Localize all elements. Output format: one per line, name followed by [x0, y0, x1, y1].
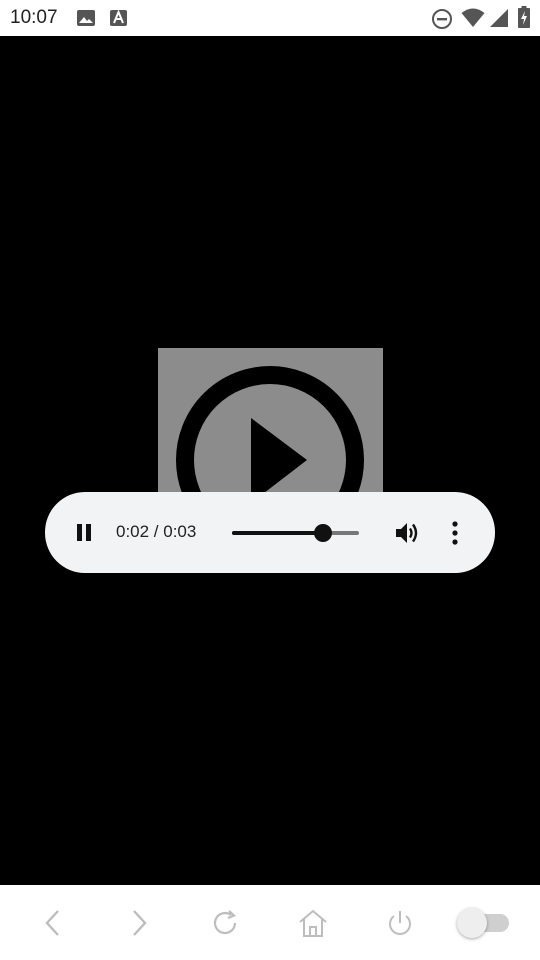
back-button[interactable] — [33, 905, 73, 941]
do-not-disturb-icon — [431, 8, 453, 35]
mute-button[interactable] — [393, 519, 421, 552]
status-time: 10:07 — [10, 7, 58, 28]
forward-button[interactable] — [119, 905, 159, 941]
time-display: 0:02 / 0:03 — [116, 522, 197, 541]
cell-signal-icon — [489, 8, 509, 33]
more-vert-icon — [452, 521, 458, 545]
seek-thumb[interactable] — [314, 524, 333, 542]
mode-toggle[interactable] — [457, 908, 509, 938]
text-a-icon — [109, 8, 129, 33]
play-circle-icon — [176, 366, 364, 493]
pause-button[interactable] — [70, 518, 98, 551]
volume-icon — [396, 523, 418, 543]
home-button[interactable] — [293, 905, 333, 941]
forward-icon — [133, 910, 147, 936]
seek-progress — [232, 531, 324, 535]
reload-button[interactable] — [206, 905, 246, 941]
wifi-icon — [461, 8, 485, 33]
pause-icon — [77, 524, 91, 541]
media-controls: 0:02 / 0:03 — [45, 492, 495, 573]
toggle-knob — [457, 908, 487, 938]
more-options-button[interactable] — [443, 519, 467, 552]
image-icon — [76, 8, 96, 33]
power-icon — [389, 911, 411, 935]
home-icon — [299, 909, 327, 937]
power-button[interactable] — [380, 905, 420, 941]
status-bar: 10:07 — [0, 0, 540, 36]
back-icon — [45, 910, 59, 936]
seek-slider[interactable] — [232, 524, 359, 542]
video-poster — [158, 348, 383, 493]
battery-charging-icon — [518, 6, 530, 33]
reload-icon — [213, 910, 237, 935]
